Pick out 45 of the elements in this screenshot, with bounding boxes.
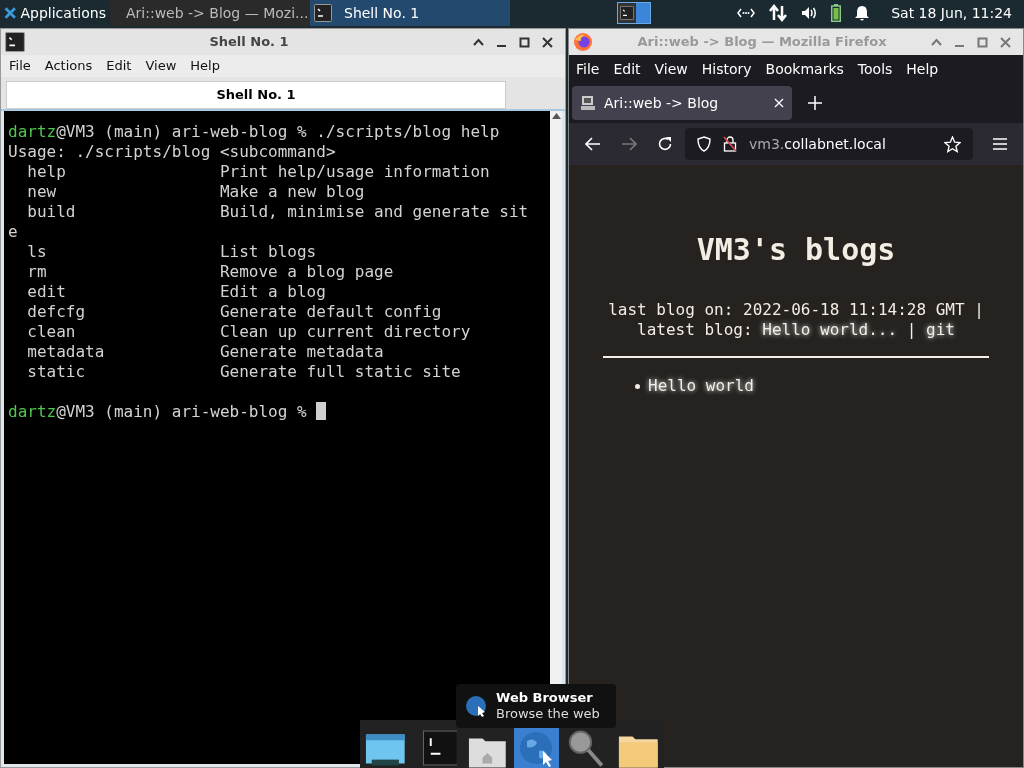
separator-text: | [905,320,918,339]
prompt-line: dartz@VM3 (main) ari-web-blog % [8,402,550,422]
menu-item[interactable]: File [576,58,600,80]
clock[interactable]: Sat 18 Jun, 11:24 [891,2,1012,24]
output-line: metadata Generate metadata [26,342,385,362]
latest-blog-link[interactable]: Hello world... [762,320,898,339]
applications-menu[interactable]: Applications [0,0,110,26]
tooltip-subtitle: Browse the web [496,706,600,722]
tooltip-title: Web Browser [496,690,594,706]
address-bar[interactable]: vm3.collabnet.local [685,128,973,160]
output-line: rm Remove a blog page [26,262,395,282]
taskbar-button[interactable]: Shell No. 1 [310,0,510,26]
menu-item[interactable]: View [145,56,177,76]
output-line: help Print help/usage information [26,162,491,182]
taskbar-button[interactable]: Ari::web -> Blog — Mozi... [110,0,310,26]
window-title: Shell No. 1 [208,33,290,52]
post-link[interactable]: Hello world [648,374,754,398]
output-line: new Make a new blog [26,182,366,202]
menu-item[interactable]: History [701,58,752,80]
output-line: defcfg Generate default config [26,302,443,322]
output-line: e [8,222,19,242]
terminal-tab[interactable]: Shell No. 1 [6,81,506,109]
menu-item[interactable]: File [9,56,31,76]
meta-text: last blog on: 2022-06-18 11:14:28 GMT | [608,300,984,320]
menu-item[interactable]: Edit [106,56,132,76]
menu-item[interactable]: Help [190,56,220,76]
output-line: ls List blogs [26,242,318,262]
meta-label: latest blog: [637,320,754,339]
window-title: Ari::web -> Blog — Mozilla Firefox [636,33,888,52]
url-text: vm3.collabnet.local [749,134,887,154]
prompt-line: dartz@VM3 (main) ari-web-blog % ./scripts/blog help [8,122,501,142]
git-link[interactable]: git [926,320,955,339]
browser-tab[interactable]: Ari::web -> Blog [572,86,792,120]
page-heading: VM3's blogs [696,231,896,269]
menu-item[interactable]: Actions [44,56,93,76]
output-line: clean Clean up current directory [26,322,472,342]
output-line: Usage: ./scripts/blog <subcommand> [8,142,337,162]
output-line: static Generate full static site [26,362,462,382]
menu-item[interactable]: View [654,58,688,80]
output-line: build Build, minimise and generate sit [26,202,530,222]
menu-item[interactable]: Help [906,58,939,80]
menu-item[interactable]: Tools [857,58,893,80]
output-line: edit Edit a blog [26,282,327,302]
menu-item[interactable]: Edit [613,58,641,80]
menu-item[interactable]: Bookmarks [765,58,844,80]
